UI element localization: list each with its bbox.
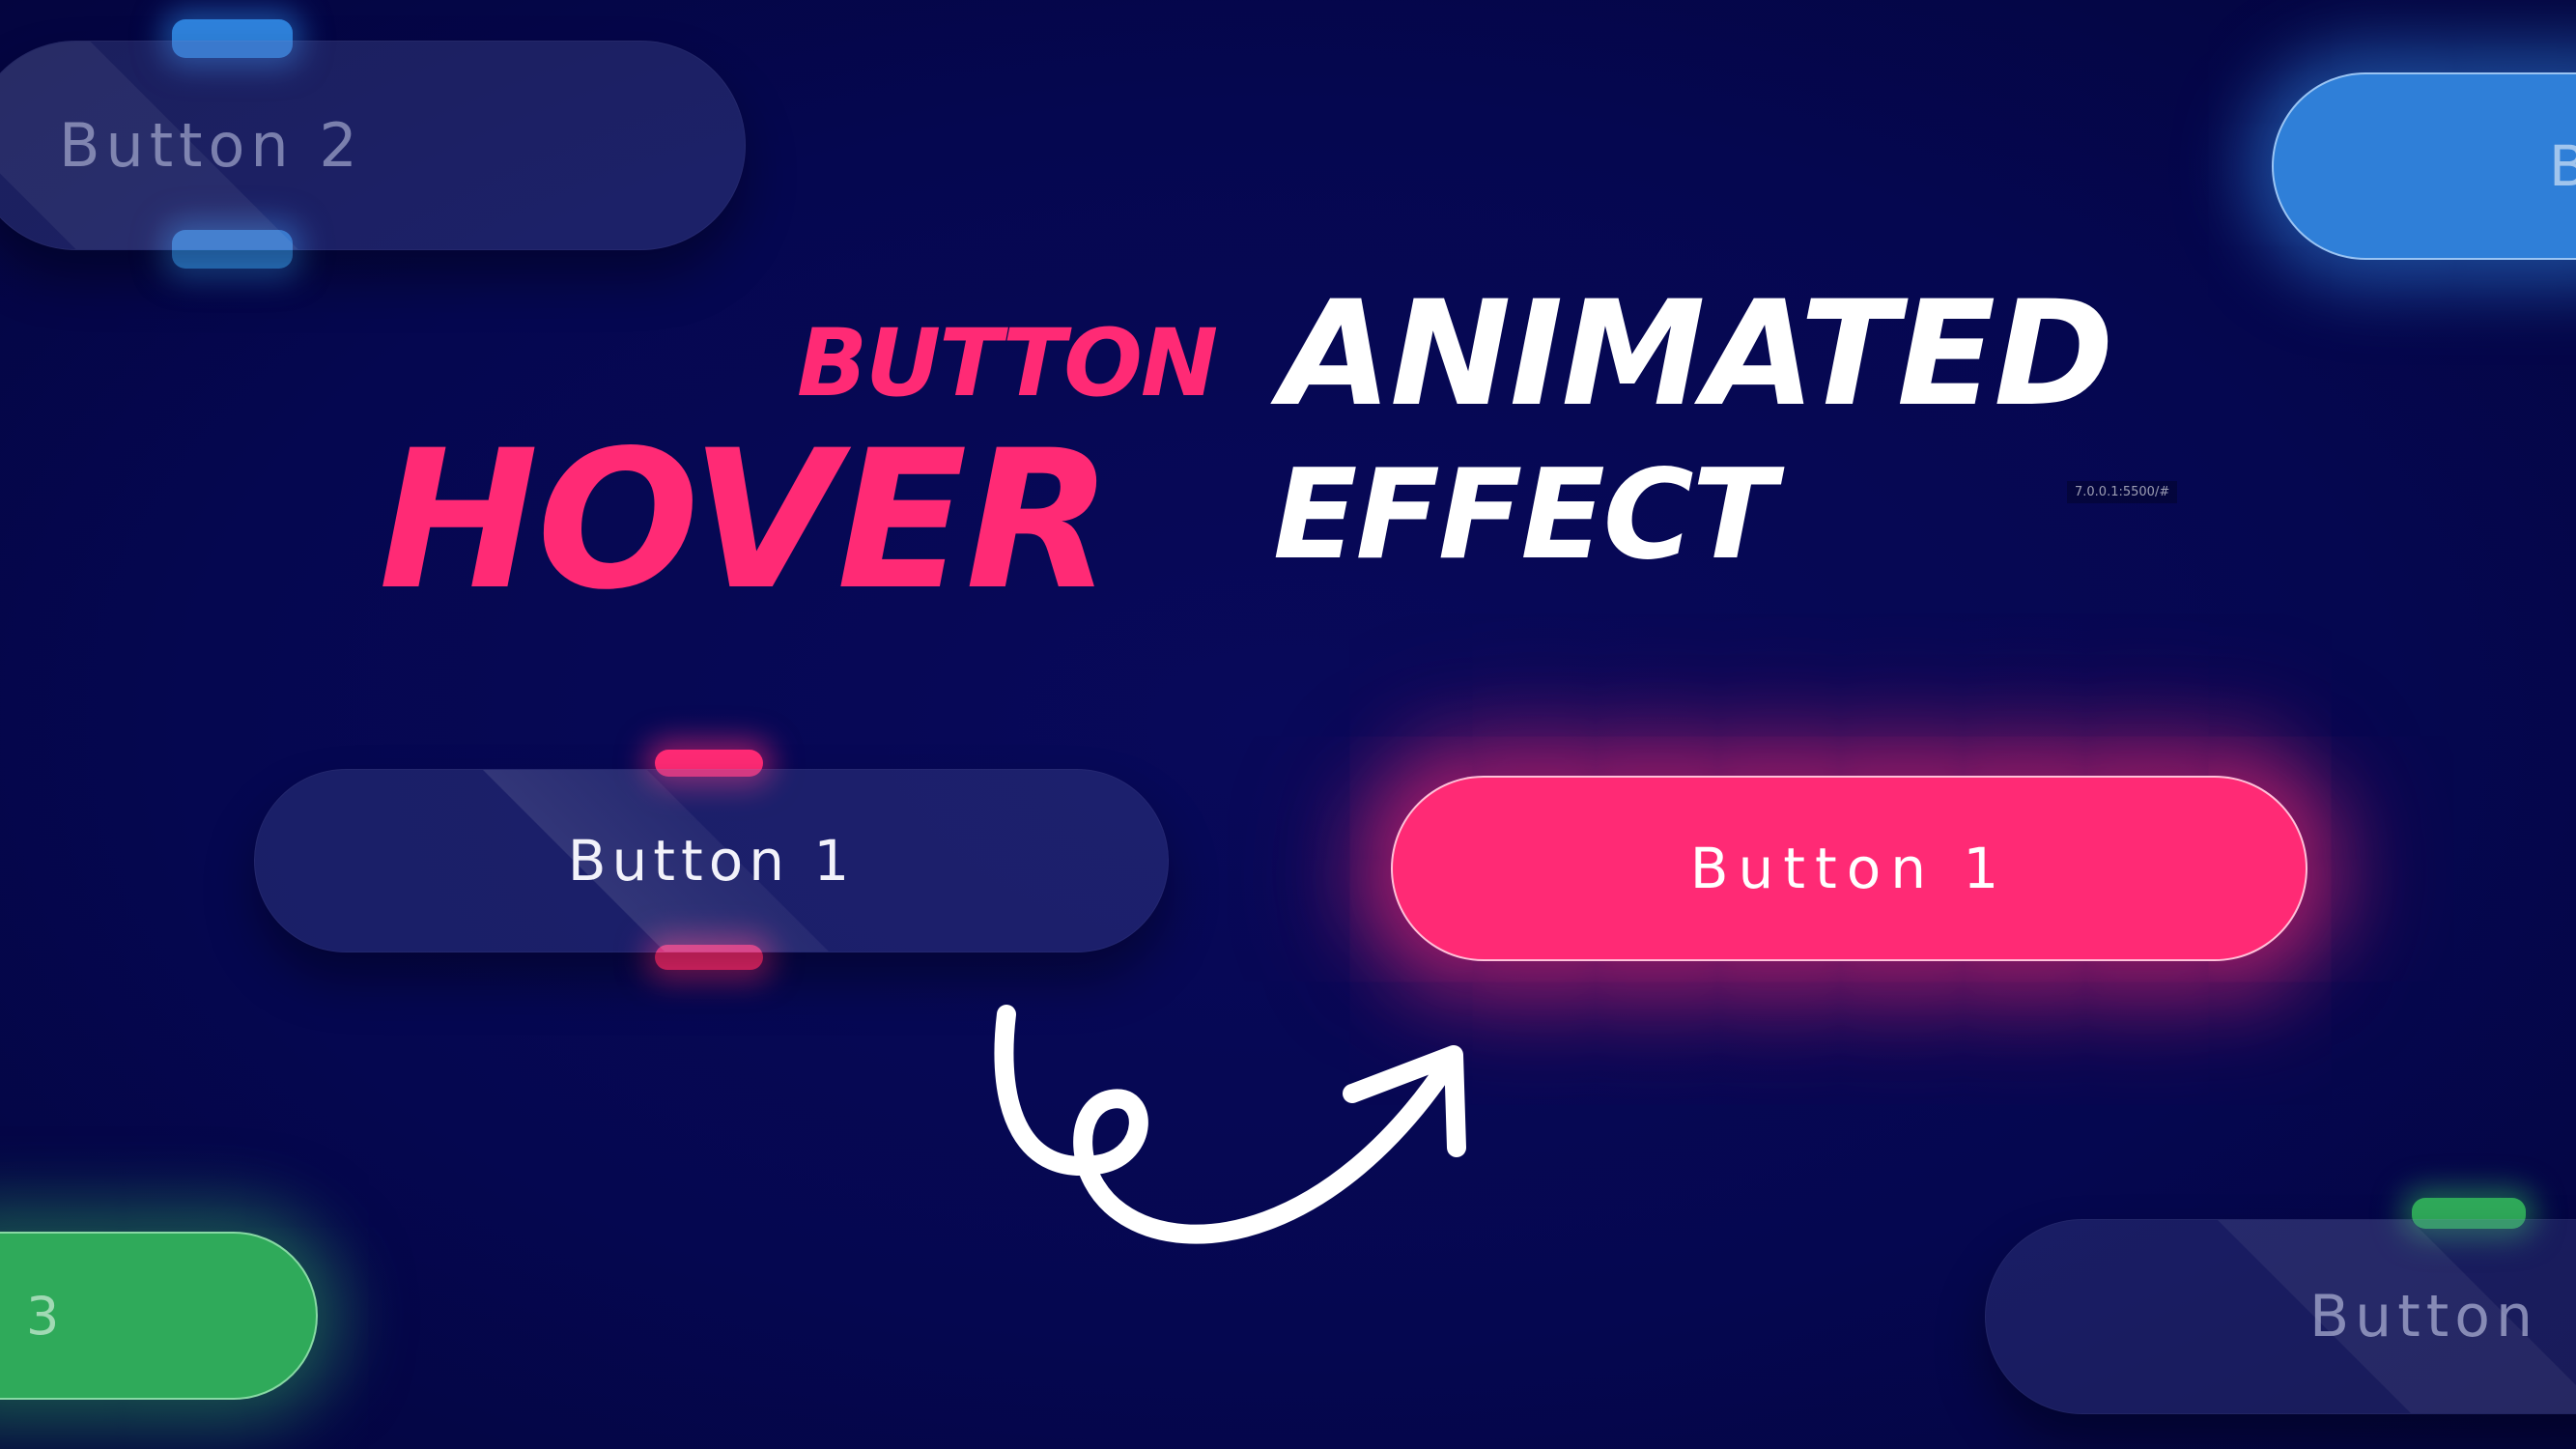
headline-effect: EFFECT xyxy=(1273,443,1776,587)
button-bottom-right-label: Button xyxy=(2309,1283,2538,1350)
curly-arrow-icon xyxy=(994,1005,1466,1244)
button-3-label: 3 xyxy=(26,1285,70,1347)
button-bottom-right[interactable]: Button xyxy=(1985,1219,2576,1414)
headline-hover: HOVER xyxy=(379,409,1113,632)
button-blue-top-right[interactable]: B xyxy=(2272,72,2576,260)
button-2-label: Button 2 xyxy=(59,110,363,181)
headline-animated: ANIMATED xyxy=(1280,270,2114,439)
button-1-default-label: Button 1 xyxy=(567,828,856,894)
button-blue-label: B xyxy=(2549,133,2576,199)
button-1-hover-label: Button 1 xyxy=(1689,836,2009,901)
button-2[interactable]: Button 2 xyxy=(0,41,746,250)
button-3-green[interactable]: 3 xyxy=(0,1232,318,1400)
button-1-default[interactable]: Button 1 xyxy=(254,769,1169,952)
headline-button: BUTTON xyxy=(797,309,1218,417)
thumbnail-canvas: Button 2 B BUTTON ANIMATED HOVER EFFECT … xyxy=(0,0,2576,1449)
button-1-hover[interactable]: Button 1 xyxy=(1391,776,2307,961)
browser-url: 7.0.0.1:5500/# xyxy=(2067,481,2178,503)
